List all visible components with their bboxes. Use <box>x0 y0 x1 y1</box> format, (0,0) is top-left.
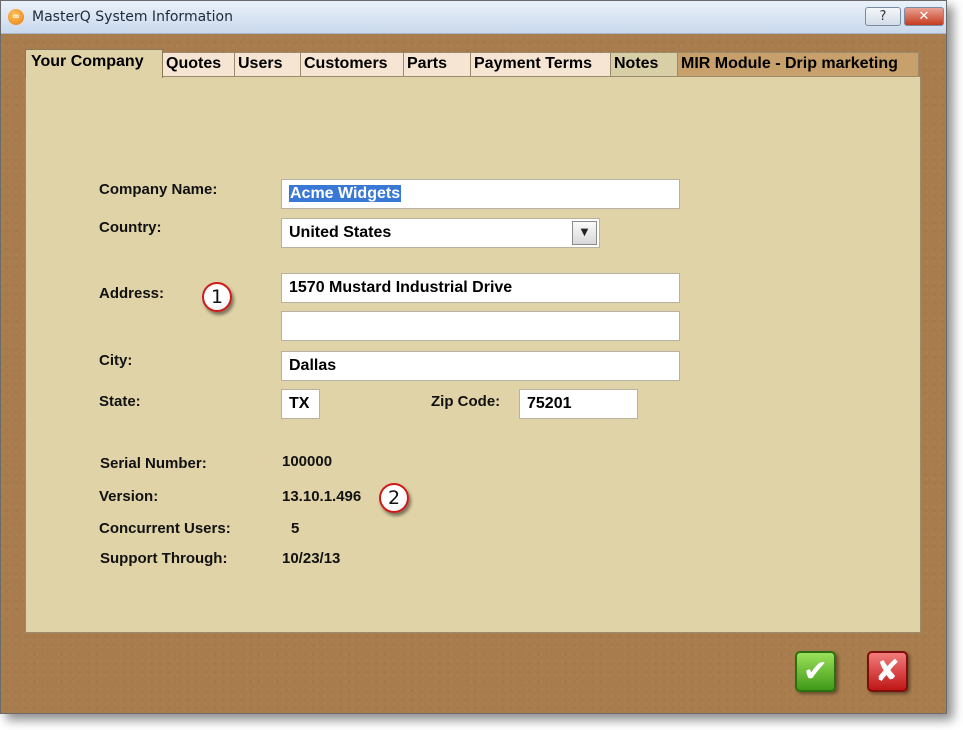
callout-marker-2: 2 <box>379 483 409 513</box>
tab-notes[interactable]: Notes <box>610 52 678 76</box>
close-window-button[interactable]: ✕ <box>904 7 944 26</box>
tab-quotes[interactable]: Quotes <box>162 52 235 76</box>
state-label: State: <box>99 393 141 410</box>
ok-checkmark-button[interactable]: ✔ <box>795 651 836 692</box>
country-value: United States <box>289 224 392 241</box>
version-label: Version: <box>99 488 159 505</box>
support-through-value: 10/23/13 <box>282 550 341 567</box>
company-name-value: Acme Widgets <box>289 185 402 202</box>
tab-your-company[interactable]: Your Company <box>25 49 163 78</box>
state-input[interactable]: TX <box>281 389 320 419</box>
chevron-down-icon[interactable]: ▼ <box>572 221 597 245</box>
zip-code-label: Zip Code: <box>431 393 501 410</box>
title-bar[interactable]: ∞ MasterQ System Information ? ✕ <box>1 1 946 34</box>
version-value: 13.10.1.496 <box>282 488 362 505</box>
address-line2-input[interactable] <box>281 311 680 341</box>
tab-users[interactable]: Users <box>234 52 301 76</box>
tab-mir-module[interactable]: MIR Module - Drip marketing <box>677 52 919 76</box>
callout-marker-1: 1 <box>202 282 232 312</box>
serial-number-label: Serial Number: <box>100 455 207 472</box>
tab-payment-terms[interactable]: Payment Terms <box>470 52 611 76</box>
support-through-label: Support Through: <box>100 550 228 567</box>
country-label: Country: <box>99 219 162 236</box>
serial-number-value: 100000 <box>282 453 333 470</box>
company-name-input[interactable]: Acme Widgets <box>281 179 680 209</box>
zip-code-input[interactable]: 75201 <box>519 389 638 419</box>
cancel-x-button[interactable]: ✘ <box>867 651 908 692</box>
system-info-window: ∞ MasterQ System Information ? ✕ Your Co… <box>0 0 947 714</box>
address-label: Address: <box>99 285 165 302</box>
help-button[interactable]: ? <box>865 7 901 26</box>
city-label: City: <box>99 352 133 369</box>
window-title: MasterQ System Information <box>32 9 233 25</box>
your-company-panel: Company Name: Acme Widgets Country: Unit… <box>25 76 921 633</box>
concurrent-users-label: Concurrent Users: <box>99 520 231 537</box>
country-select[interactable]: United States ▼ <box>281 218 600 248</box>
tab-parts[interactable]: Parts <box>403 52 471 76</box>
company-name-label: Company Name: <box>99 181 218 198</box>
address-line1-input[interactable]: 1570 Mustard Industrial Drive <box>281 273 680 303</box>
city-input[interactable]: Dallas <box>281 351 680 381</box>
concurrent-users-value: 5 <box>291 520 300 537</box>
app-logo-icon: ∞ <box>8 9 24 25</box>
tab-customers[interactable]: Customers <box>300 52 404 76</box>
